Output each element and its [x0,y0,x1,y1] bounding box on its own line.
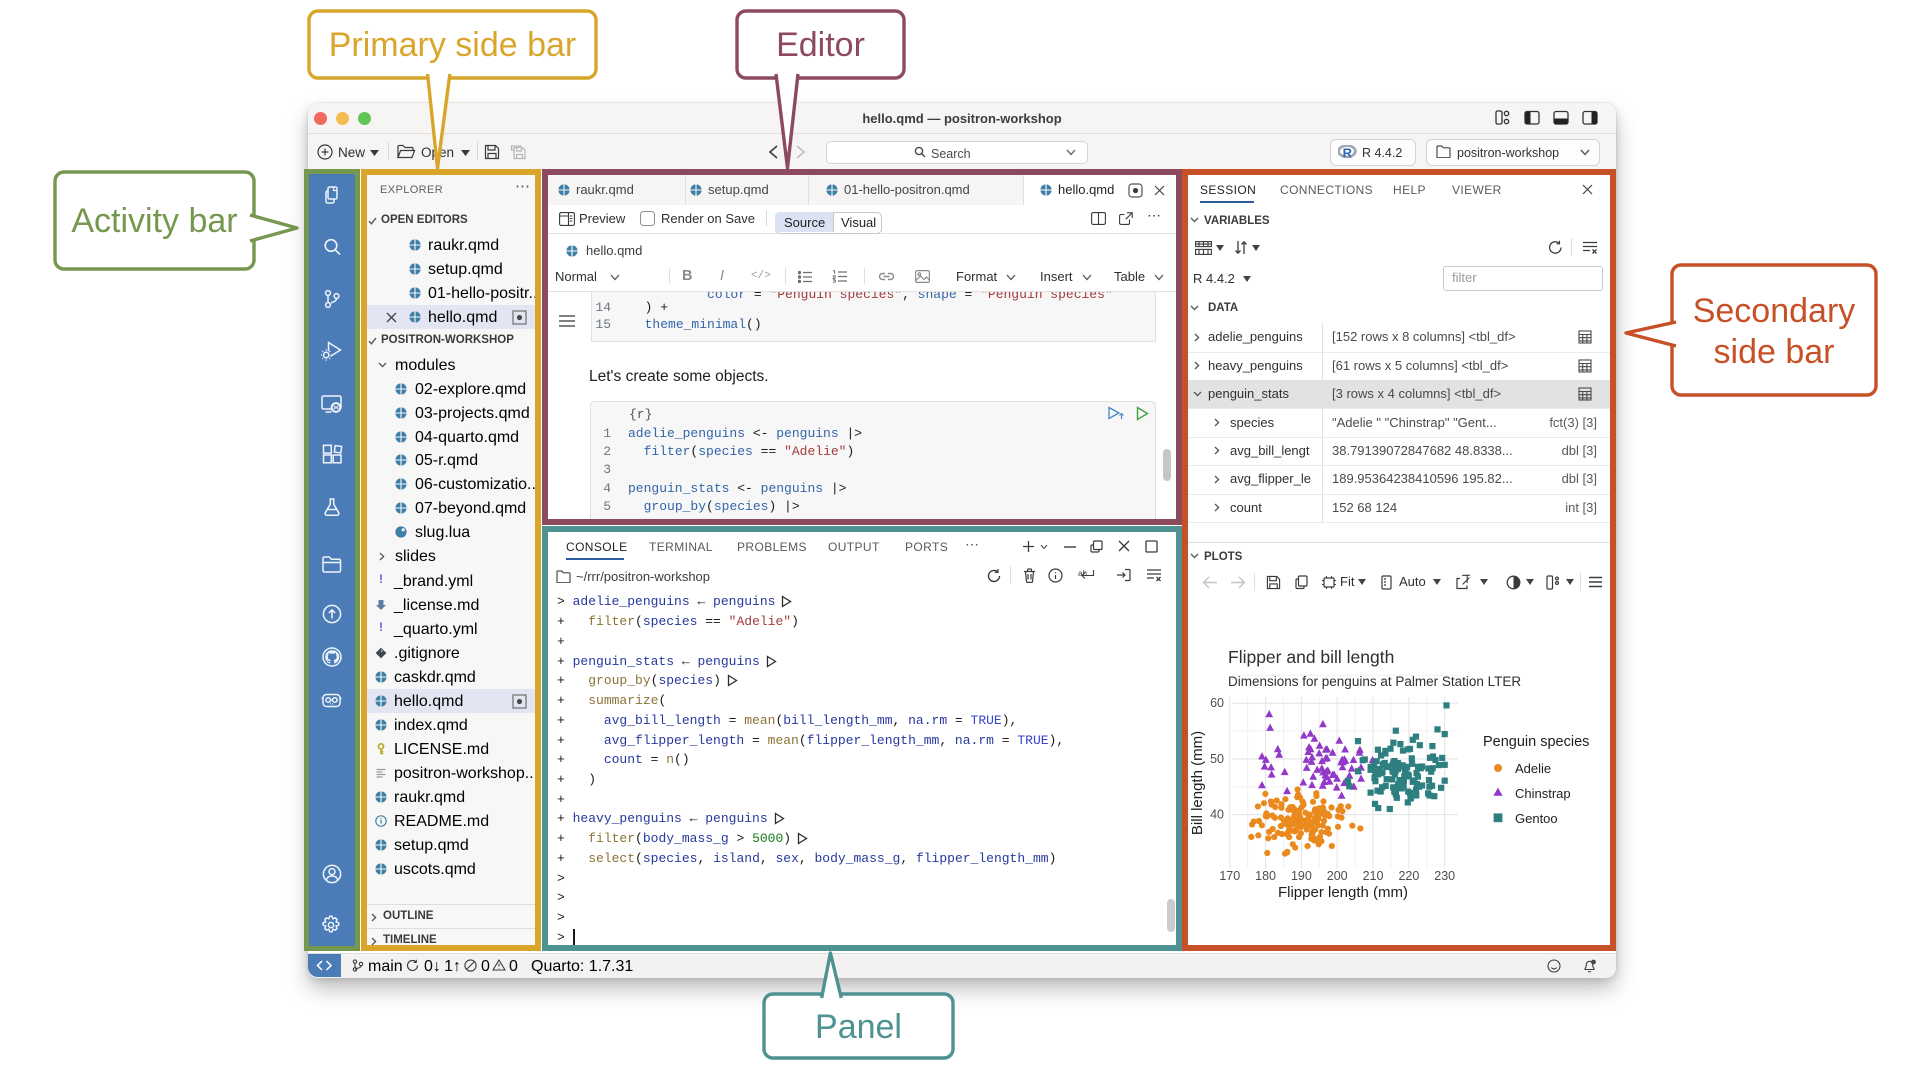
svg-text:210: 210 [1363,869,1384,883]
svg-text:Secondary: Secondary [1693,292,1856,330]
svg-text:50: 50 [1210,752,1224,766]
svg-text:Bill length (mm): Bill length (mm) [1189,731,1206,835]
svg-text:220: 220 [1398,869,1419,883]
svg-text:Panel: Panel [815,1008,902,1046]
svg-text:Primary side bar: Primary side bar [329,26,577,64]
svg-text:Adelie: Adelie [1515,761,1551,776]
svg-text:60: 60 [1210,696,1224,710]
svg-text:Dimensions for penguins at Pal: Dimensions for penguins at Palmer Statio… [1228,674,1521,689]
svg-text:Penguin species: Penguin species [1483,734,1589,750]
svg-text:Editor: Editor [776,26,865,64]
svg-text:R: R [1343,145,1353,159]
svg-text:Activity bar: Activity bar [71,202,237,240]
svg-text:230: 230 [1434,869,1455,883]
svg-text:200: 200 [1327,869,1348,883]
svg-text:40: 40 [1210,808,1224,822]
svg-text:Flipper and bill length: Flipper and bill length [1228,647,1394,667]
svg-text:Chinstrap: Chinstrap [1515,786,1571,801]
svg-text:side bar: side bar [1714,333,1835,371]
svg-text:170: 170 [1219,869,1240,883]
svg-text:190: 190 [1291,869,1312,883]
svg-text:Flipper length (mm): Flipper length (mm) [1278,884,1408,901]
svg-text:180: 180 [1255,869,1276,883]
svg-text:Gentoo: Gentoo [1515,811,1558,826]
